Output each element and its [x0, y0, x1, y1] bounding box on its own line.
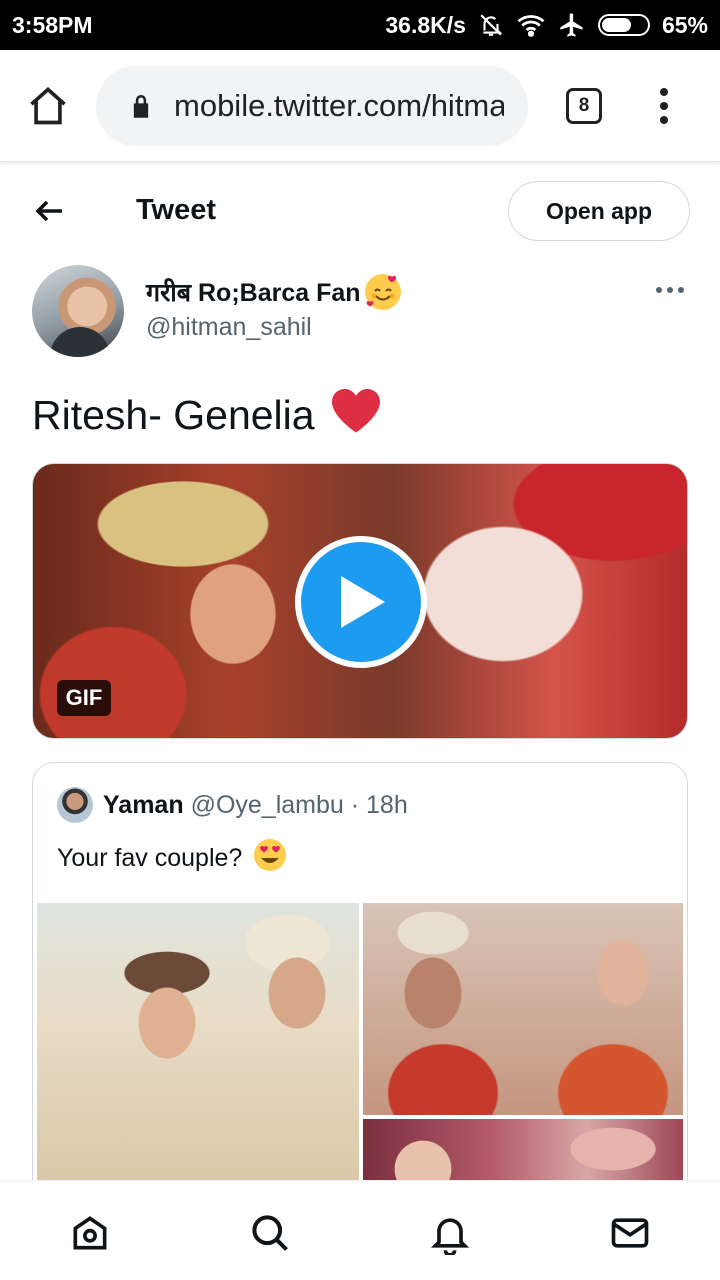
quoted-photo-2[interactable] [363, 903, 683, 1115]
quoted-time: 18h [366, 791, 408, 819]
quoted-text-content: Your fav couple? [57, 844, 243, 872]
search-icon[interactable] [248, 1211, 292, 1255]
address-bar[interactable]: mobile.twitter.com/hitman_sahil [96, 66, 528, 146]
url-text: mobile.twitter.com/hitman_sahil [174, 88, 504, 123]
quoted-header: Yaman @Oye_lambu · 18h [103, 791, 408, 820]
author-handle[interactable]: @hitman_sahil [146, 313, 312, 342]
gif-badge: GIF [57, 680, 111, 716]
bottom-nav [0, 1180, 720, 1280]
notifications-icon[interactable] [428, 1211, 472, 1257]
author-avatar[interactable] [32, 265, 124, 357]
quoted-handle: @Oye_lambu [190, 791, 344, 819]
page-title: Tweet [136, 194, 217, 226]
more-options-icon[interactable] [656, 287, 684, 293]
status-time: 3:58PM [12, 11, 93, 38]
red-heart-icon [329, 386, 383, 444]
battery-fill [601, 18, 631, 32]
network-speed: 36.8K/s [385, 11, 466, 38]
open-app-button[interactable]: Open app [508, 181, 690, 241]
quoted-separator: · [350, 791, 360, 819]
author-name-text: गरीब Ro;Barca Fan [146, 279, 361, 307]
tweet-gif-media[interactable]: GIF [32, 463, 688, 739]
wifi-icon [516, 12, 546, 38]
bell-off-icon [478, 12, 504, 38]
lock-icon [130, 93, 152, 119]
quoted-photo-1[interactable] [37, 903, 359, 1201]
more-vert-icon[interactable] [654, 84, 674, 128]
airplane-icon [558, 11, 586, 39]
quoted-name: Yaman [103, 791, 184, 819]
back-arrow-icon[interactable] [32, 193, 68, 229]
page-header: Tweet Open app [0, 163, 720, 259]
heart-eyes-emoji-icon [252, 837, 288, 880]
smiling-hearts-emoji-icon [364, 274, 401, 310]
quoted-media-grid [37, 903, 683, 1201]
quoted-avatar [57, 787, 93, 823]
battery-percent: 65% [661, 11, 708, 38]
play-icon[interactable] [295, 536, 427, 668]
status-right: 36.8K/s 65% [385, 11, 708, 39]
quoted-text: Your fav couple? [57, 837, 288, 880]
status-bar: 3:58PM 36.8K/s 65% [0, 0, 720, 50]
home-icon[interactable] [68, 1211, 112, 1255]
quoted-tweet[interactable]: Yaman @Oye_lambu · 18h Your fav couple? [32, 762, 688, 1202]
messages-icon[interactable] [608, 1211, 652, 1255]
browser-toolbar: mobile.twitter.com/hitman_sahil 8 [0, 50, 720, 162]
tab-count: 8 [578, 95, 590, 116]
tabs-button[interactable]: 8 [566, 88, 602, 124]
battery-icon [597, 14, 650, 36]
author-name[interactable]: गरीब Ro;Barca Fan [146, 274, 401, 310]
tweet-text: Ritesh- Genelia [32, 386, 383, 444]
home-icon[interactable] [26, 84, 70, 128]
tweet-text-content: Ritesh- Genelia [32, 391, 315, 438]
